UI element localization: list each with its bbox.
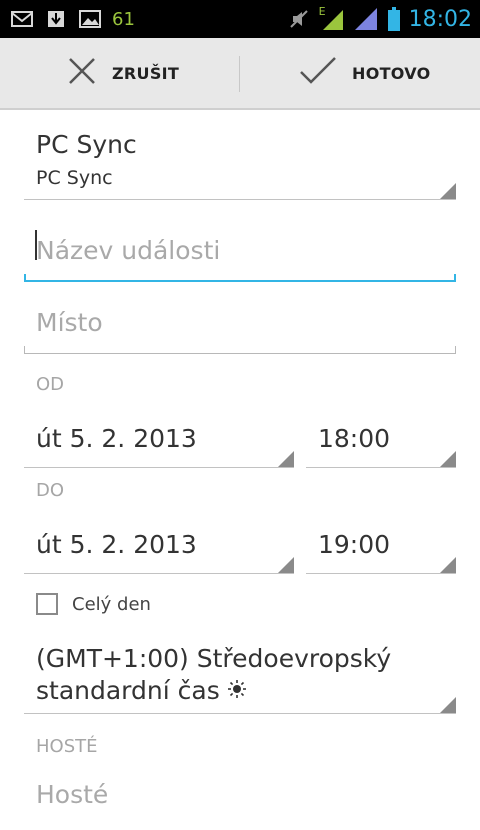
- dropdown-arrow-icon: [440, 183, 456, 199]
- event-title-placeholder: Název události: [36, 236, 221, 265]
- status-bar: 61 E 18:02: [0, 0, 480, 38]
- to-date-spinner[interactable]: út 5. 2. 2013: [24, 518, 294, 574]
- to-time-spinner[interactable]: 19:00: [306, 518, 456, 574]
- dropdown-arrow-icon: [278, 557, 294, 573]
- guests-section-label: HOSTÉ: [36, 736, 98, 757]
- divider: [306, 467, 456, 468]
- cancel-button[interactable]: ZRUŠIT: [66, 38, 179, 108]
- status-system: E 18:02: [287, 4, 472, 34]
- divider: [24, 199, 456, 200]
- dropdown-arrow-icon: [440, 451, 456, 467]
- guests-input[interactable]: Hosté: [24, 770, 456, 830]
- title-underline: [24, 274, 456, 282]
- guests-placeholder: Hosté: [36, 780, 109, 809]
- location-placeholder: Místo: [36, 308, 103, 337]
- timezone-spinner[interactable]: (GMT+1:00) Středoevropský standardní čas: [24, 636, 456, 714]
- divider: [24, 467, 294, 468]
- mute-icon: [287, 7, 311, 31]
- done-label: HOTOVO: [352, 63, 431, 83]
- signal-icon: E: [318, 5, 345, 31]
- from-time: 18:00: [318, 424, 391, 453]
- all-day-label: Celý den: [72, 594, 151, 615]
- divider: [306, 573, 456, 574]
- timezone-line2: standardní čas: [36, 676, 220, 705]
- divider: [24, 713, 456, 714]
- to-date: út 5. 2. 2013: [36, 530, 197, 559]
- timezone-line1: (GMT+1:00) Středoevropský: [36, 644, 392, 673]
- network-type: E: [318, 5, 326, 18]
- action-divider: [239, 56, 240, 92]
- calendar-account: PC Sync: [36, 167, 113, 189]
- from-date-spinner[interactable]: út 5. 2. 2013: [24, 412, 294, 468]
- dropdown-arrow-icon: [278, 451, 294, 467]
- notification-count: 61: [112, 8, 135, 30]
- clock: 18:02: [408, 6, 472, 32]
- status-notifications: 61: [10, 6, 135, 32]
- from-section-label: OD: [36, 374, 65, 395]
- to-section-label: DO: [36, 480, 65, 501]
- action-bar: ZRUŠIT HOTOVO: [0, 38, 480, 110]
- download-icon: [44, 7, 68, 31]
- dropdown-arrow-icon: [440, 697, 456, 713]
- all-day-checkbox[interactable]: [36, 593, 58, 615]
- from-time-spinner[interactable]: 18:00: [306, 412, 456, 468]
- dropdown-arrow-icon: [440, 557, 456, 573]
- close-icon: [66, 55, 98, 91]
- done-button[interactable]: HOTOVO: [298, 38, 431, 108]
- to-time: 19:00: [318, 530, 391, 559]
- sun-icon: [228, 680, 246, 702]
- check-icon: [298, 55, 338, 91]
- battery-icon: [387, 7, 401, 31]
- location-underline: [24, 346, 456, 354]
- calendar-name: PC Sync: [36, 130, 137, 159]
- gallery-icon: [78, 7, 102, 31]
- gmail-icon: [10, 7, 34, 31]
- signal2-icon: [353, 7, 379, 31]
- calendar-spinner[interactable]: PC Sync PC Sync: [24, 120, 456, 200]
- cancel-label: ZRUŠIT: [112, 63, 180, 83]
- location-input[interactable]: Místo: [24, 294, 456, 354]
- event-title-input[interactable]: Název události: [24, 222, 456, 282]
- from-date: út 5. 2. 2013: [36, 424, 197, 453]
- divider: [24, 573, 294, 574]
